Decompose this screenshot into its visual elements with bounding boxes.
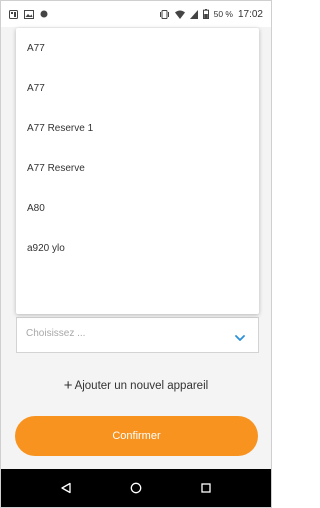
status-bar: 50 % 17:02	[1, 1, 271, 27]
app-screen: 50 % 17:02 A77 A77 A77 Reserve 1 A77 Res…	[0, 0, 272, 508]
confirm-button-label: Confirmer	[112, 430, 161, 442]
image-icon	[24, 9, 34, 19]
vibrate-icon	[159, 9, 170, 19]
device-select[interactable]: Choisissez ...	[16, 317, 259, 353]
device-option[interactable]: A77	[27, 81, 45, 97]
device-option[interactable]: A77 Reserve	[27, 161, 85, 177]
home-icon[interactable]	[130, 482, 142, 494]
confirm-button[interactable]: Confirmer	[15, 416, 258, 456]
device-option[interactable]: A77 Reserve 1	[27, 121, 93, 137]
battery-level: 50 %	[213, 9, 233, 19]
clock: 17:02	[237, 8, 263, 20]
add-device-link[interactable]: + Ajouter un nouvel appareil	[1, 377, 271, 394]
notification-icon	[9, 9, 18, 19]
back-icon[interactable]	[60, 482, 72, 494]
device-dropdown-list[interactable]: A77 A77 A77 Reserve 1 A77 Reserve A80 a9…	[16, 28, 259, 314]
device-option[interactable]: A80	[27, 201, 45, 217]
navigation-bar	[1, 469, 271, 507]
wifi-icon	[174, 10, 185, 19]
chevron-down-icon	[234, 330, 246, 341]
add-device-label: Ajouter un nouvel appareil	[74, 380, 209, 392]
recent-apps-icon[interactable]	[200, 482, 212, 494]
battery-icon	[202, 9, 209, 19]
device-select-placeholder: Choisissez ...	[26, 328, 86, 339]
device-option[interactable]: A77	[27, 41, 45, 57]
app-notification-icon	[40, 10, 48, 18]
device-option[interactable]: a920 ylo	[27, 241, 65, 257]
signal-icon	[189, 9, 198, 19]
plus-icon: +	[63, 377, 73, 394]
